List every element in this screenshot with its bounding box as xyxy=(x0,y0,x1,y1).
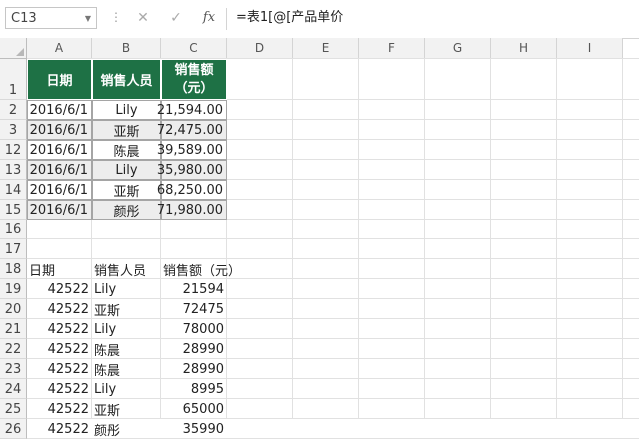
plain-cell[interactable]: 28990 xyxy=(161,339,227,359)
plain-cell[interactable]: 8995 xyxy=(161,379,227,399)
column-header-f[interactable]: F xyxy=(359,38,425,59)
table-cell[interactable]: Lily xyxy=(92,100,161,120)
formula-divider xyxy=(226,8,227,30)
row-header-15[interactable]: 15 xyxy=(0,200,27,220)
table-header-line: （元） xyxy=(174,80,214,96)
column-header-i[interactable]: I xyxy=(557,38,623,59)
row-header-1[interactable]: 1 xyxy=(0,59,27,100)
table-cell[interactable]: 2016/6/1 xyxy=(27,200,92,220)
plain-cell[interactable]: Lily xyxy=(92,379,161,399)
plain-cell[interactable]: 陈晨 xyxy=(92,359,161,379)
name-box[interactable]: C13 ▼ xyxy=(5,7,97,29)
column-header-c[interactable]: C xyxy=(161,38,227,59)
grid-hline xyxy=(27,238,639,239)
column-header-b[interactable]: B xyxy=(92,38,161,59)
table-cell[interactable]: 21,594.00 xyxy=(157,100,227,120)
plain-cell[interactable]: 65000 xyxy=(161,399,227,419)
plain-cell[interactable]: 42522 xyxy=(27,399,92,419)
column-header-d[interactable]: D xyxy=(227,38,293,59)
grid-vline xyxy=(622,59,623,419)
plain-cell[interactable]: 78000 xyxy=(161,319,227,339)
plain-header-cell[interactable]: 销售额（元） xyxy=(161,259,241,279)
plain-cell[interactable]: 42522 xyxy=(27,359,92,379)
column-header-h[interactable]: H xyxy=(491,38,557,59)
row-header-18[interactable]: 18 xyxy=(0,259,27,279)
select-all-corner[interactable] xyxy=(0,38,27,59)
chevron-down-icon[interactable]: ▼ xyxy=(85,8,91,30)
plain-cell[interactable]: 42522 xyxy=(27,379,92,399)
table-header-cell[interactable]: 销售人员 xyxy=(92,59,161,100)
plain-header-cell[interactable]: 销售人员 xyxy=(92,259,161,279)
more-icon: ⋮ xyxy=(110,10,122,24)
table-cell[interactable]: 2016/6/1 xyxy=(27,180,92,200)
row-header-25[interactable]: 25 xyxy=(0,399,27,419)
formula-input[interactable]: =表1[@[产品单价 xyxy=(236,7,343,29)
table-cell[interactable]: 71,980.00 xyxy=(157,200,227,220)
table-cell[interactable]: 亚斯 xyxy=(92,180,161,200)
row-header-16[interactable]: 16 xyxy=(0,220,27,239)
table-header-line: 销售额 xyxy=(174,62,214,78)
plain-cell[interactable]: Lily xyxy=(92,319,161,339)
row-header-12[interactable]: 12 xyxy=(0,140,27,160)
row-header-3[interactable]: 3 xyxy=(0,120,27,140)
table-cell[interactable]: 2016/6/1 xyxy=(27,160,92,180)
table-cell[interactable]: 68,250.00 xyxy=(157,180,227,200)
grid-vline xyxy=(490,59,491,419)
plain-cell[interactable]: Lily xyxy=(92,279,161,299)
cancel-icon[interactable]: ✕ xyxy=(133,8,153,28)
table-cell[interactable]: 亚斯 xyxy=(92,120,161,140)
plain-cell[interactable]: 72475 xyxy=(161,299,227,319)
plain-cell[interactable]: 21594 xyxy=(161,279,227,299)
grid-vline xyxy=(556,59,557,419)
plain-cell[interactable]: 陈晨 xyxy=(92,339,161,359)
row-header-13[interactable]: 13 xyxy=(0,160,27,180)
column-header-e[interactable]: E xyxy=(293,38,359,59)
plain-cell[interactable]: 42522 xyxy=(27,299,92,319)
table-header-cell[interactable]: 日期 xyxy=(27,59,92,100)
plain-cell[interactable]: 亚斯 xyxy=(92,299,161,319)
row-header-2[interactable]: 2 xyxy=(0,100,27,120)
row-header-24[interactable]: 24 xyxy=(0,379,27,399)
insert-function-icon[interactable]: fx xyxy=(199,8,219,28)
plain-cell[interactable]: 35990 xyxy=(161,419,227,439)
table-cell[interactable]: 2016/6/1 xyxy=(27,100,92,120)
plain-cell[interactable]: 颜彤 xyxy=(92,419,161,439)
plain-cell[interactable]: 亚斯 xyxy=(92,399,161,419)
table-cell[interactable]: 2016/6/1 xyxy=(27,140,92,160)
plain-cell[interactable]: 28990 xyxy=(161,359,227,379)
table-cell[interactable]: 39,589.00 xyxy=(157,140,227,160)
plain-cell[interactable]: 42522 xyxy=(27,319,92,339)
table-cell[interactable]: 72,475.00 xyxy=(157,120,227,140)
table-cell[interactable]: 2016/6/1 xyxy=(27,120,92,140)
table-cell[interactable]: 35,980.00 xyxy=(157,160,227,180)
row-header-23[interactable]: 23 xyxy=(0,359,27,379)
row-header-20[interactable]: 20 xyxy=(0,299,27,319)
grid-vline xyxy=(424,59,425,419)
row-header-19[interactable]: 19 xyxy=(0,279,27,299)
plain-header-cell[interactable]: 日期 xyxy=(27,259,92,279)
row-header-26[interactable]: 26 xyxy=(0,419,27,439)
row-header-14[interactable]: 14 xyxy=(0,180,27,200)
table-header-cell[interactable]: 销售额 （元） xyxy=(161,59,227,100)
formula-bar: C13 ▼ ⋮ ✕ ✓ fx =表1[@[产品单价 xyxy=(0,0,639,39)
grid-vline xyxy=(358,59,359,419)
name-box-value: C13 xyxy=(11,11,37,26)
row-header-17[interactable]: 17 xyxy=(0,239,27,259)
row-header-21[interactable]: 21 xyxy=(0,319,27,339)
plain-cell[interactable]: 42522 xyxy=(27,339,92,359)
plain-cell[interactable]: 42522 xyxy=(27,419,92,439)
table-cell[interactable]: 陈晨 xyxy=(92,140,161,160)
grid-vline xyxy=(292,59,293,419)
plain-cell[interactable]: 42522 xyxy=(27,279,92,299)
table-cell[interactable]: Lily xyxy=(92,160,161,180)
enter-icon[interactable]: ✓ xyxy=(166,8,186,28)
column-header-g[interactable]: G xyxy=(425,38,491,59)
row-header-22[interactable]: 22 xyxy=(0,339,27,359)
table-cell[interactable]: 颜彤 xyxy=(92,200,161,220)
column-header-a[interactable]: A xyxy=(27,38,92,59)
